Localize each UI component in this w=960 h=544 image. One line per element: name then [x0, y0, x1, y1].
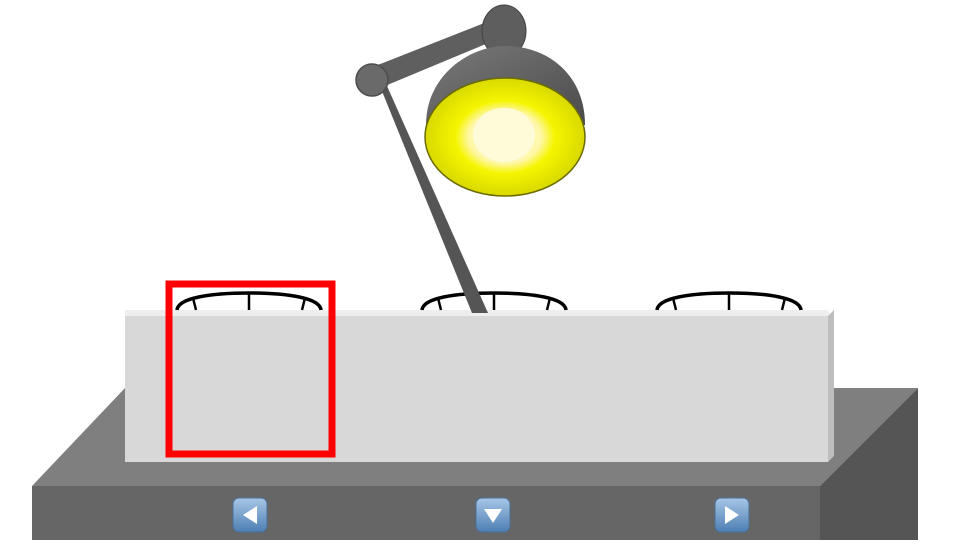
right-button[interactable]: [714, 497, 750, 533]
left-button[interactable]: [232, 497, 268, 533]
lamp-elbow-joint: [355, 63, 389, 97]
down-button[interactable]: [475, 497, 511, 533]
slot-2[interactable]: [420, 291, 568, 311]
arrow-left-icon: [232, 497, 268, 533]
box-front: [125, 316, 828, 462]
lamp-bulb: [473, 108, 535, 162]
slot-1[interactable]: [175, 291, 323, 311]
scene-canvas: [32, 4, 918, 540]
game-scene: [0, 0, 960, 540]
box-side: [828, 310, 834, 462]
arrow-down-icon: [475, 497, 511, 533]
arrow-right-icon: [714, 497, 750, 533]
slot-3[interactable]: [655, 291, 803, 311]
platform-front: [32, 486, 820, 540]
desk-lamp[interactable]: [355, 4, 586, 313]
slot-box: [125, 310, 834, 462]
